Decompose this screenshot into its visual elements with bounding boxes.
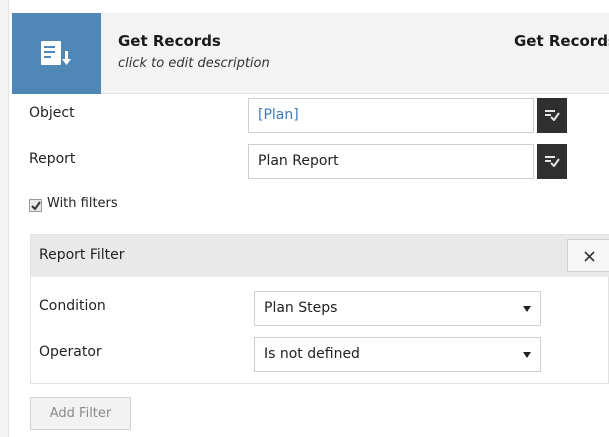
element-header[interactable]: Get Records click to edit description Ge… [12,13,609,94]
report-label: Report [29,151,76,167]
get-records-icon [41,41,71,65]
element-type-label: Get Records [514,32,609,50]
report-filter-header: Report Filter [31,235,609,277]
report-filter-title: Report Filter [39,247,125,263]
select-list-icon [545,110,560,121]
report-filter-panel: Report Filter Condition Plan Steps Opera… [30,234,609,384]
left-rail [0,0,9,437]
operator-select-value: Is not defined [264,346,360,362]
object-label: Object [29,105,75,121]
object-picker-button[interactable] [537,98,567,133]
with-filters-checkbox[interactable] [29,199,42,212]
condition-label: Condition [39,298,106,314]
dropdown-arrow-icon [523,306,531,312]
operator-label: Operator [39,344,102,360]
element-description[interactable]: click to edit description [118,56,270,71]
checkmark-icon [31,201,41,211]
condition-select[interactable]: Plan Steps [254,291,541,326]
element-title: Get Records [118,32,221,50]
remove-filter-button[interactable] [567,239,609,272]
report-field[interactable]: Plan Report [248,144,534,179]
select-list-icon [545,156,560,167]
operator-select[interactable]: Is not defined [254,337,541,372]
condition-select-value: Plan Steps [264,300,338,316]
element-icon-tile [12,13,101,94]
add-filter-button[interactable]: Add Filter [30,397,131,430]
report-picker-button[interactable] [537,144,567,179]
object-field[interactable]: [Plan] [248,98,534,133]
with-filters-label[interactable]: With filters [47,196,118,211]
close-icon [584,251,595,262]
dropdown-arrow-icon [523,352,531,358]
